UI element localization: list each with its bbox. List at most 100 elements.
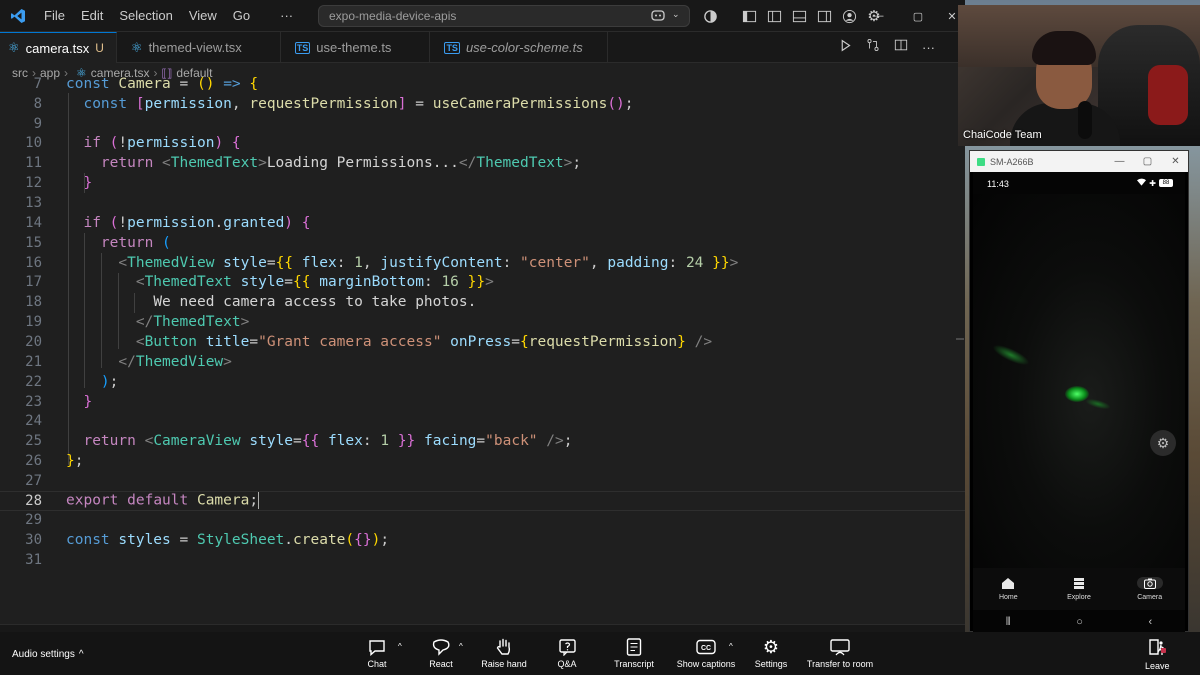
command-center-text: expo-media-device-apis: [329, 9, 457, 23]
line-number: 11: [25, 154, 42, 171]
captions-icon: CC: [696, 638, 716, 656]
chevron-up-icon[interactable]: ^: [459, 642, 463, 651]
code-text: </ThemedView>: [118, 353, 232, 370]
more-actions-icon[interactable]: ···: [922, 40, 935, 55]
vscode-window: File Edit Selection View Go ··· ← → expo…: [0, 0, 965, 632]
line-number: 12: [25, 174, 42, 191]
line-number: 30: [25, 531, 42, 548]
line-number: 31: [25, 551, 42, 568]
gear-icon: ⚙: [762, 636, 780, 657]
code-line: 25 return <CameraView style={{ flex: 1 }…: [0, 431, 965, 451]
transcript-button[interactable]: Transcript: [612, 638, 656, 669]
toggle-panel-icon[interactable]: [791, 8, 807, 24]
react-button[interactable]: React: [426, 638, 456, 669]
code-line: 10 if (!permission) {: [0, 133, 965, 153]
split-editor-icon[interactable]: [894, 38, 908, 57]
line-number: 18: [25, 293, 42, 310]
run-icon[interactable]: [839, 39, 852, 57]
menu-edit[interactable]: Edit: [73, 8, 111, 23]
maximize-icon[interactable]: ▢: [1134, 151, 1161, 172]
audio-settings-button[interactable]: Audio settings ^: [12, 649, 84, 660]
code-line: 19 </ThemedText>: [0, 312, 965, 332]
toggle-sidebar-icon[interactable]: [741, 8, 757, 24]
code-editor[interactable]: 7 const Camera = () => { 8 const [permis…: [0, 76, 965, 632]
line-number: 29: [25, 511, 42, 528]
code-text: <ThemedText style={{ marginBottom: 16 }}…: [135, 273, 494, 290]
line-number: 27: [25, 472, 42, 489]
chat-label: Chat: [367, 659, 387, 669]
wifi-icon: [1137, 178, 1147, 188]
back-icon[interactable]: ‹: [1149, 616, 1153, 628]
react-icon: ⚛: [8, 40, 20, 55]
menu-file[interactable]: File: [36, 8, 73, 23]
phone-tab-home[interactable]: Home: [978, 577, 1038, 601]
code-line: 21 </ThemedView>: [0, 352, 965, 372]
account-icon[interactable]: [841, 8, 857, 24]
editor-scrollbar[interactable]: [952, 83, 965, 632]
raise-hand-button[interactable]: Raise hand: [480, 638, 528, 669]
accounts-shield-icon[interactable]: [702, 8, 718, 24]
tab-label: camera.tsx: [25, 40, 90, 56]
gear-icon[interactable]: ⚙: [1150, 430, 1176, 456]
leave-button[interactable]: Leave: [1145, 638, 1170, 671]
scrcpy-app-icon: [977, 157, 985, 166]
command-center-search[interactable]: expo-media-device-apis: [318, 5, 690, 27]
qa-button[interactable]: Q&A: [555, 638, 579, 669]
phone-tab-camera[interactable]: Camera: [1120, 577, 1180, 601]
transfer-to-room-button[interactable]: Transfer to room: [805, 638, 875, 669]
qa-icon: [558, 638, 576, 656]
chevron-up-icon[interactable]: ^: [398, 642, 402, 651]
tab-label: themed-view.tsx: [148, 40, 242, 55]
chat-button[interactable]: Chat: [364, 638, 390, 669]
copilot-icon[interactable]: [650, 8, 666, 24]
code-text: const styles = StyleSheet.create({});: [66, 531, 390, 548]
tab-themed-view-tsx[interactable]: ⚛ themed-view.tsx: [117, 32, 281, 63]
screen-root: File Edit Selection View Go ··· ← → expo…: [0, 0, 1200, 675]
signal-icon: ✚: [1149, 178, 1156, 188]
settings-label: Settings: [754, 659, 788, 669]
code-text: const [permission, requestPermission] = …: [83, 95, 634, 112]
code-text: if (!permission.granted) {: [83, 214, 311, 231]
line-number: 10: [25, 134, 42, 151]
code-line: 16 <ThemedView style={{ flex: 1, justify…: [0, 253, 965, 273]
settings-button[interactable]: ⚙ Settings: [752, 636, 790, 670]
phone-tab-explore[interactable]: Explore: [1049, 577, 1109, 601]
copilot-chevron-icon[interactable]: ⌄: [672, 9, 680, 20]
code-text: }: [83, 393, 93, 410]
status-bar: [0, 624, 965, 632]
code-line-current: 28 export default Camera;: [0, 491, 965, 511]
compare-changes-icon[interactable]: [866, 38, 880, 57]
editor-actions: ···: [839, 32, 965, 63]
battery-icon: 88: [1159, 179, 1173, 187]
menu-selection[interactable]: Selection: [111, 8, 180, 23]
toggle-secondary-sidebar-icon[interactable]: [816, 8, 832, 24]
menu-view[interactable]: View: [181, 8, 225, 23]
close-window-icon[interactable]: ✕: [1162, 151, 1189, 172]
app-tab-bar: Home Explore Camera: [973, 568, 1185, 610]
hand-icon: [496, 638, 512, 656]
toggle-primary-sidebar-icon[interactable]: [766, 8, 782, 24]
line-number: 21: [25, 353, 42, 370]
code-text: const Camera = () => {: [66, 75, 259, 92]
code-line: 9: [0, 114, 965, 134]
tab-use-color-scheme-ts[interactable]: TS use-color-scheme.ts: [430, 32, 608, 63]
line-number: 26: [25, 452, 42, 469]
raise-hand-label: Raise hand: [481, 659, 527, 669]
minimize-icon[interactable]: —: [1106, 151, 1133, 172]
phone-tab-label: Camera: [1137, 594, 1163, 601]
tab-use-theme-ts[interactable]: TS use-theme.ts: [281, 32, 431, 63]
transfer-icon: [830, 638, 850, 656]
camera-preview[interactable]: [973, 194, 1185, 568]
chevron-up-icon[interactable]: ^: [729, 642, 733, 651]
title-bar: File Edit Selection View Go ··· ← → expo…: [0, 0, 965, 32]
home-button-icon[interactable]: ○: [1076, 616, 1083, 628]
menu-go[interactable]: Go: [225, 8, 258, 23]
line-number: 28: [25, 492, 42, 509]
tab-camera-tsx[interactable]: ⚛ camera.tsx U: [0, 32, 117, 63]
code-text: </ThemedText>: [135, 313, 250, 330]
line-number: 24: [25, 412, 42, 429]
recents-icon[interactable]: ⦀: [1006, 616, 1011, 629]
code-line: 15 return (: [0, 233, 965, 253]
minimize-icon[interactable]: —: [858, 0, 898, 32]
menu-more[interactable]: ···: [272, 8, 301, 23]
